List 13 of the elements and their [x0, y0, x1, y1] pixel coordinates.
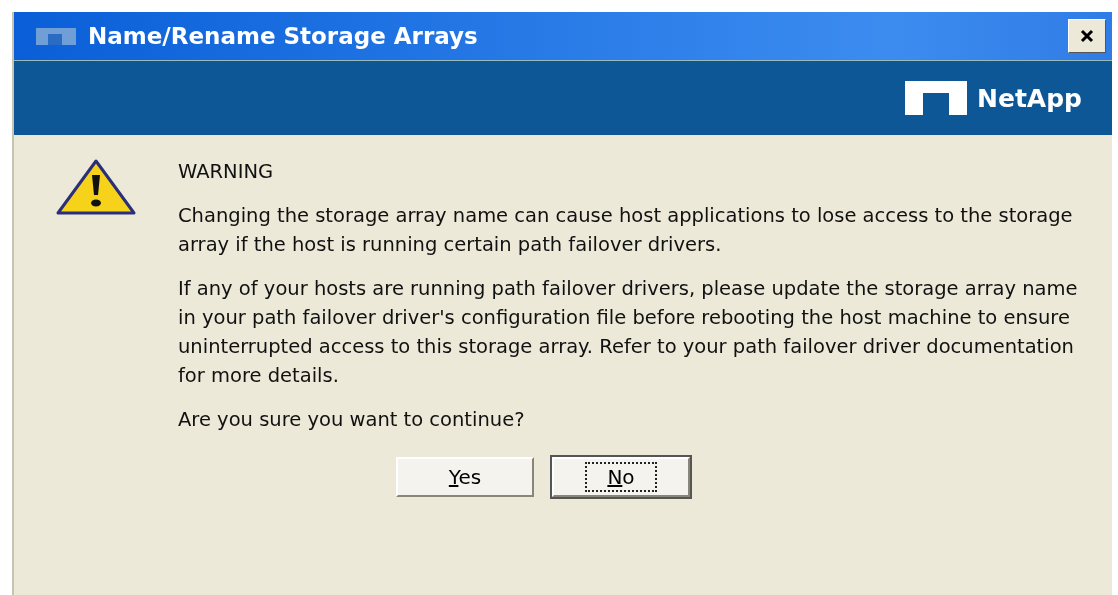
- logo-icon: [905, 81, 968, 115]
- warning-icon: [54, 157, 138, 217]
- dialog-button[interactable]: Yes: [396, 457, 534, 497]
- close-icon: [1079, 28, 1095, 44]
- logo-text: NetApp: [977, 83, 1082, 113]
- warning-heading: WARNING: [178, 159, 275, 185]
- dialog-button[interactable]: No: [552, 457, 690, 497]
- app-icon: [36, 26, 76, 46]
- message-paragraph: Are you sure you want to continue?: [178, 407, 526, 433]
- window-title: Name/Rename Storage Arrays: [88, 23, 479, 49]
- message-paragraph: If any of your hosts are running path failover drivers, please update the storage array name in your path failover driver's configuration file before rebooting the host machine to ensure uninterrupted access to this storage array. Refer to your path failover driver documentation for more details.: [178, 276, 1078, 389]
- message-paragraph: Changing the storage array name can cause host applications to lose access to the storage array if the host is running certain path failover drivers.: [178, 203, 1074, 258]
- close-button[interactable]: [1068, 19, 1106, 53]
